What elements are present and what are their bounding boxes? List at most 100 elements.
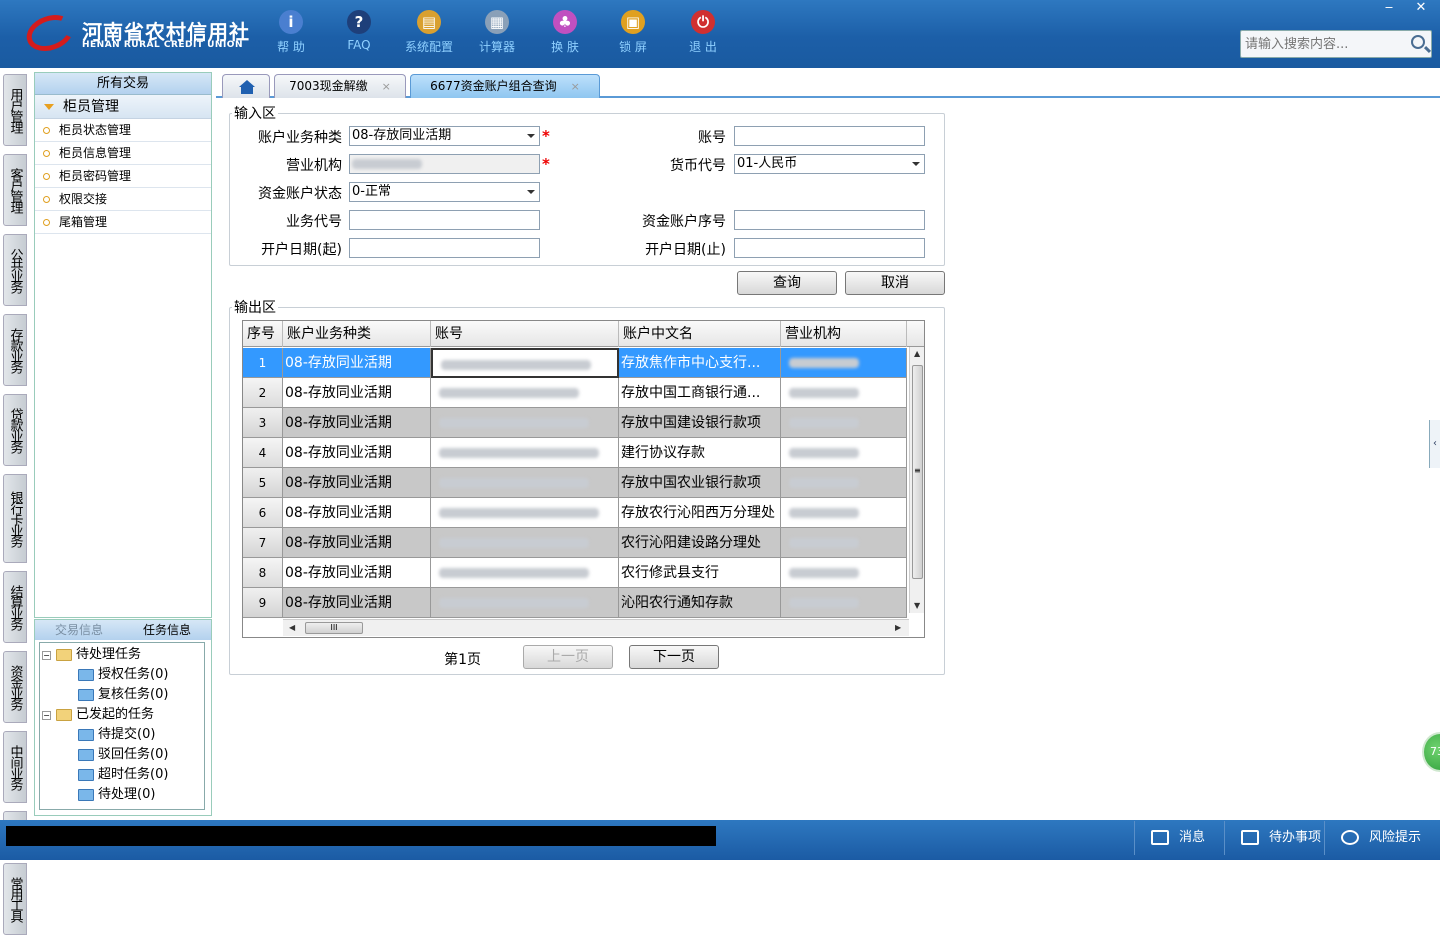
close-tab-icon[interactable]: × [382,80,391,93]
vtab-10[interactable]: 常用工具 [3,863,27,935]
cell-type[interactable]: 08-存放同业活期 [283,438,431,468]
horizontal-scrollbar[interactable]: ◀ III ▶ [283,619,909,636]
tab-6677[interactable]: 6677资金账户组合查询 × [410,74,600,98]
cell-no[interactable]: 6 [243,498,283,528]
vertical-scrollbar[interactable]: ▲ ≡ ▼ [909,347,924,613]
cell-name[interactable]: 存放中国工商银行通... [619,378,781,408]
cell-name[interactable]: 农行修武县支行 [619,558,781,588]
column-header[interactable]: 账户中文名 [619,321,781,347]
account-input[interactable] [734,126,925,146]
seq-input[interactable] [734,210,925,230]
cell-name[interactable]: 沁阳农行通知存款 [619,588,781,618]
menu-item-1[interactable]: 柜员信息管理 [35,142,211,165]
todo-button[interactable]: 待办事项 [1224,821,1324,855]
table-row[interactable]: 9 08-存放同业活期 沁阳农行通知存款 [243,588,907,618]
vtab-1[interactable]: 客户管理 [3,154,27,226]
cell-branch[interactable] [781,378,907,408]
toolbar-button-2[interactable]: ▤ 系统配置 [396,8,462,60]
cell-branch[interactable] [781,408,907,438]
cell-account[interactable] [431,528,619,558]
tree-node[interactable]: 超时任务(0) [40,765,204,785]
cell-account[interactable] [431,588,619,618]
tab-transaction-info[interactable]: 交易信息 [35,620,123,640]
messages-button[interactable]: 消息 [1134,821,1224,855]
cell-name[interactable]: 农行沁阳建设路分理处 [619,528,781,558]
menu-item-2[interactable]: 柜员密码管理 [35,165,211,188]
cell-type[interactable]: 08-存放同业活期 [283,558,431,588]
tree-node[interactable]: 复核任务(0) [40,685,204,705]
vtab-2[interactable]: 公共业务 [3,234,27,306]
cell-branch[interactable] [781,468,907,498]
search-icon[interactable] [1411,35,1425,49]
cell-name[interactable]: 存放农行沁阳西万分理处 [619,498,781,528]
open-to-input[interactable] [734,238,925,258]
currency-select[interactable]: 01-人民币 [734,154,925,174]
query-button[interactable]: 查询 [737,271,837,295]
menu-title[interactable]: 所有交易 [35,73,211,95]
table-row[interactable]: 8 08-存放同业活期 农行修武县支行 [243,558,907,588]
cell-branch[interactable] [781,558,907,588]
cell-name[interactable]: 存放中国建设银行款项 [619,408,781,438]
cell-account[interactable] [431,348,619,378]
h-scroll-thumb[interactable]: III [305,622,363,634]
cell-branch[interactable] [781,348,907,378]
home-tab[interactable] [222,74,270,98]
biz-code-input[interactable] [349,210,540,230]
cancel-button[interactable]: 取消 [845,271,945,295]
tree-node[interactable]: − 待处理任务 [40,645,204,665]
cell-type[interactable]: 08-存放同业活期 [283,498,431,528]
table-row[interactable]: 3 08-存放同业活期 存放中国建设银行款项 [243,408,907,438]
scroll-left-icon[interactable]: ◀ [289,623,295,632]
table-row[interactable]: 6 08-存放同业活期 存放农行沁阳西万分理处 [243,498,907,528]
table-row[interactable]: 4 08-存放同业活期 建行协议存款 [243,438,907,468]
cell-type[interactable]: 08-存放同业活期 [283,588,431,618]
search-box[interactable] [1240,30,1432,58]
cell-no[interactable]: 7 [243,528,283,558]
toolbar-button-3[interactable]: ▦ 计算器 [464,8,530,60]
cell-no[interactable]: 3 [243,408,283,438]
toolbar-button-1[interactable]: ? FAQ [326,8,392,60]
tree-node[interactable]: 待处理(0) [40,785,204,805]
cell-type[interactable]: 08-存放同业活期 [283,378,431,408]
menu-item-4[interactable]: 尾箱管理 [35,211,211,234]
vtab-4[interactable]: 贷款业务 [3,394,27,466]
vtab-8[interactable]: 中间业务 [3,731,27,803]
cell-type[interactable]: 08-存放同业活期 [283,528,431,558]
cell-account[interactable] [431,438,619,468]
cell-no[interactable]: 9 [243,588,283,618]
open-from-input[interactable] [349,238,540,258]
column-header[interactable]: 序号 [243,321,283,347]
table-row[interactable]: 5 08-存放同业活期 存放中国农业银行款项 [243,468,907,498]
column-header[interactable]: 账户业务种类 [283,321,431,347]
cell-type[interactable]: 08-存放同业活期 [283,348,431,378]
tree-node[interactable]: − 已发起的任务 [40,705,204,725]
menu-group-teller[interactable]: 柜员管理 [35,95,211,119]
cell-no[interactable]: 4 [243,438,283,468]
table-row[interactable]: 1 08-存放同业活期 存放焦作市中心支行... [243,348,907,378]
table-row[interactable]: 2 08-存放同业活期 存放中国工商银行通... [243,378,907,408]
tab-7003[interactable]: 7003现金解缴 × [274,74,406,98]
scroll-thumb[interactable]: ≡ [912,365,923,579]
vtab-3[interactable]: 存款业务 [3,314,27,386]
cell-account[interactable] [431,468,619,498]
scroll-right-icon[interactable]: ▶ [895,623,901,632]
menu-item-0[interactable]: 柜员状态管理 [35,119,211,142]
column-header[interactable]: 账号 [431,321,619,347]
toolbar-button-4[interactable]: ♣ 换 肤 [532,8,598,60]
cell-name[interactable]: 存放焦作市中心支行... [619,348,781,378]
cell-account[interactable] [431,498,619,528]
toolbar-button-0[interactable]: i 帮 助 [258,8,324,60]
tree-node[interactable]: 待提交(0) [40,725,204,745]
cell-no[interactable]: 5 [243,468,283,498]
vtab-6[interactable]: 结算业务 [3,571,27,643]
toolbar-button-5[interactable]: ▣ 锁 屏 [600,8,666,60]
cell-branch[interactable] [781,588,907,618]
toolbar-button-6[interactable]: ⏻ 退 出 [670,8,736,60]
cell-account[interactable] [431,378,619,408]
collapse-icon[interactable]: − [42,651,51,660]
status-select[interactable]: 0-正常 [349,182,540,202]
next-page-button[interactable]: 下一页 [629,645,719,669]
close-tab-icon[interactable]: × [571,80,580,93]
tree-node[interactable]: 驳回任务(0) [40,745,204,765]
cell-branch[interactable] [781,438,907,468]
